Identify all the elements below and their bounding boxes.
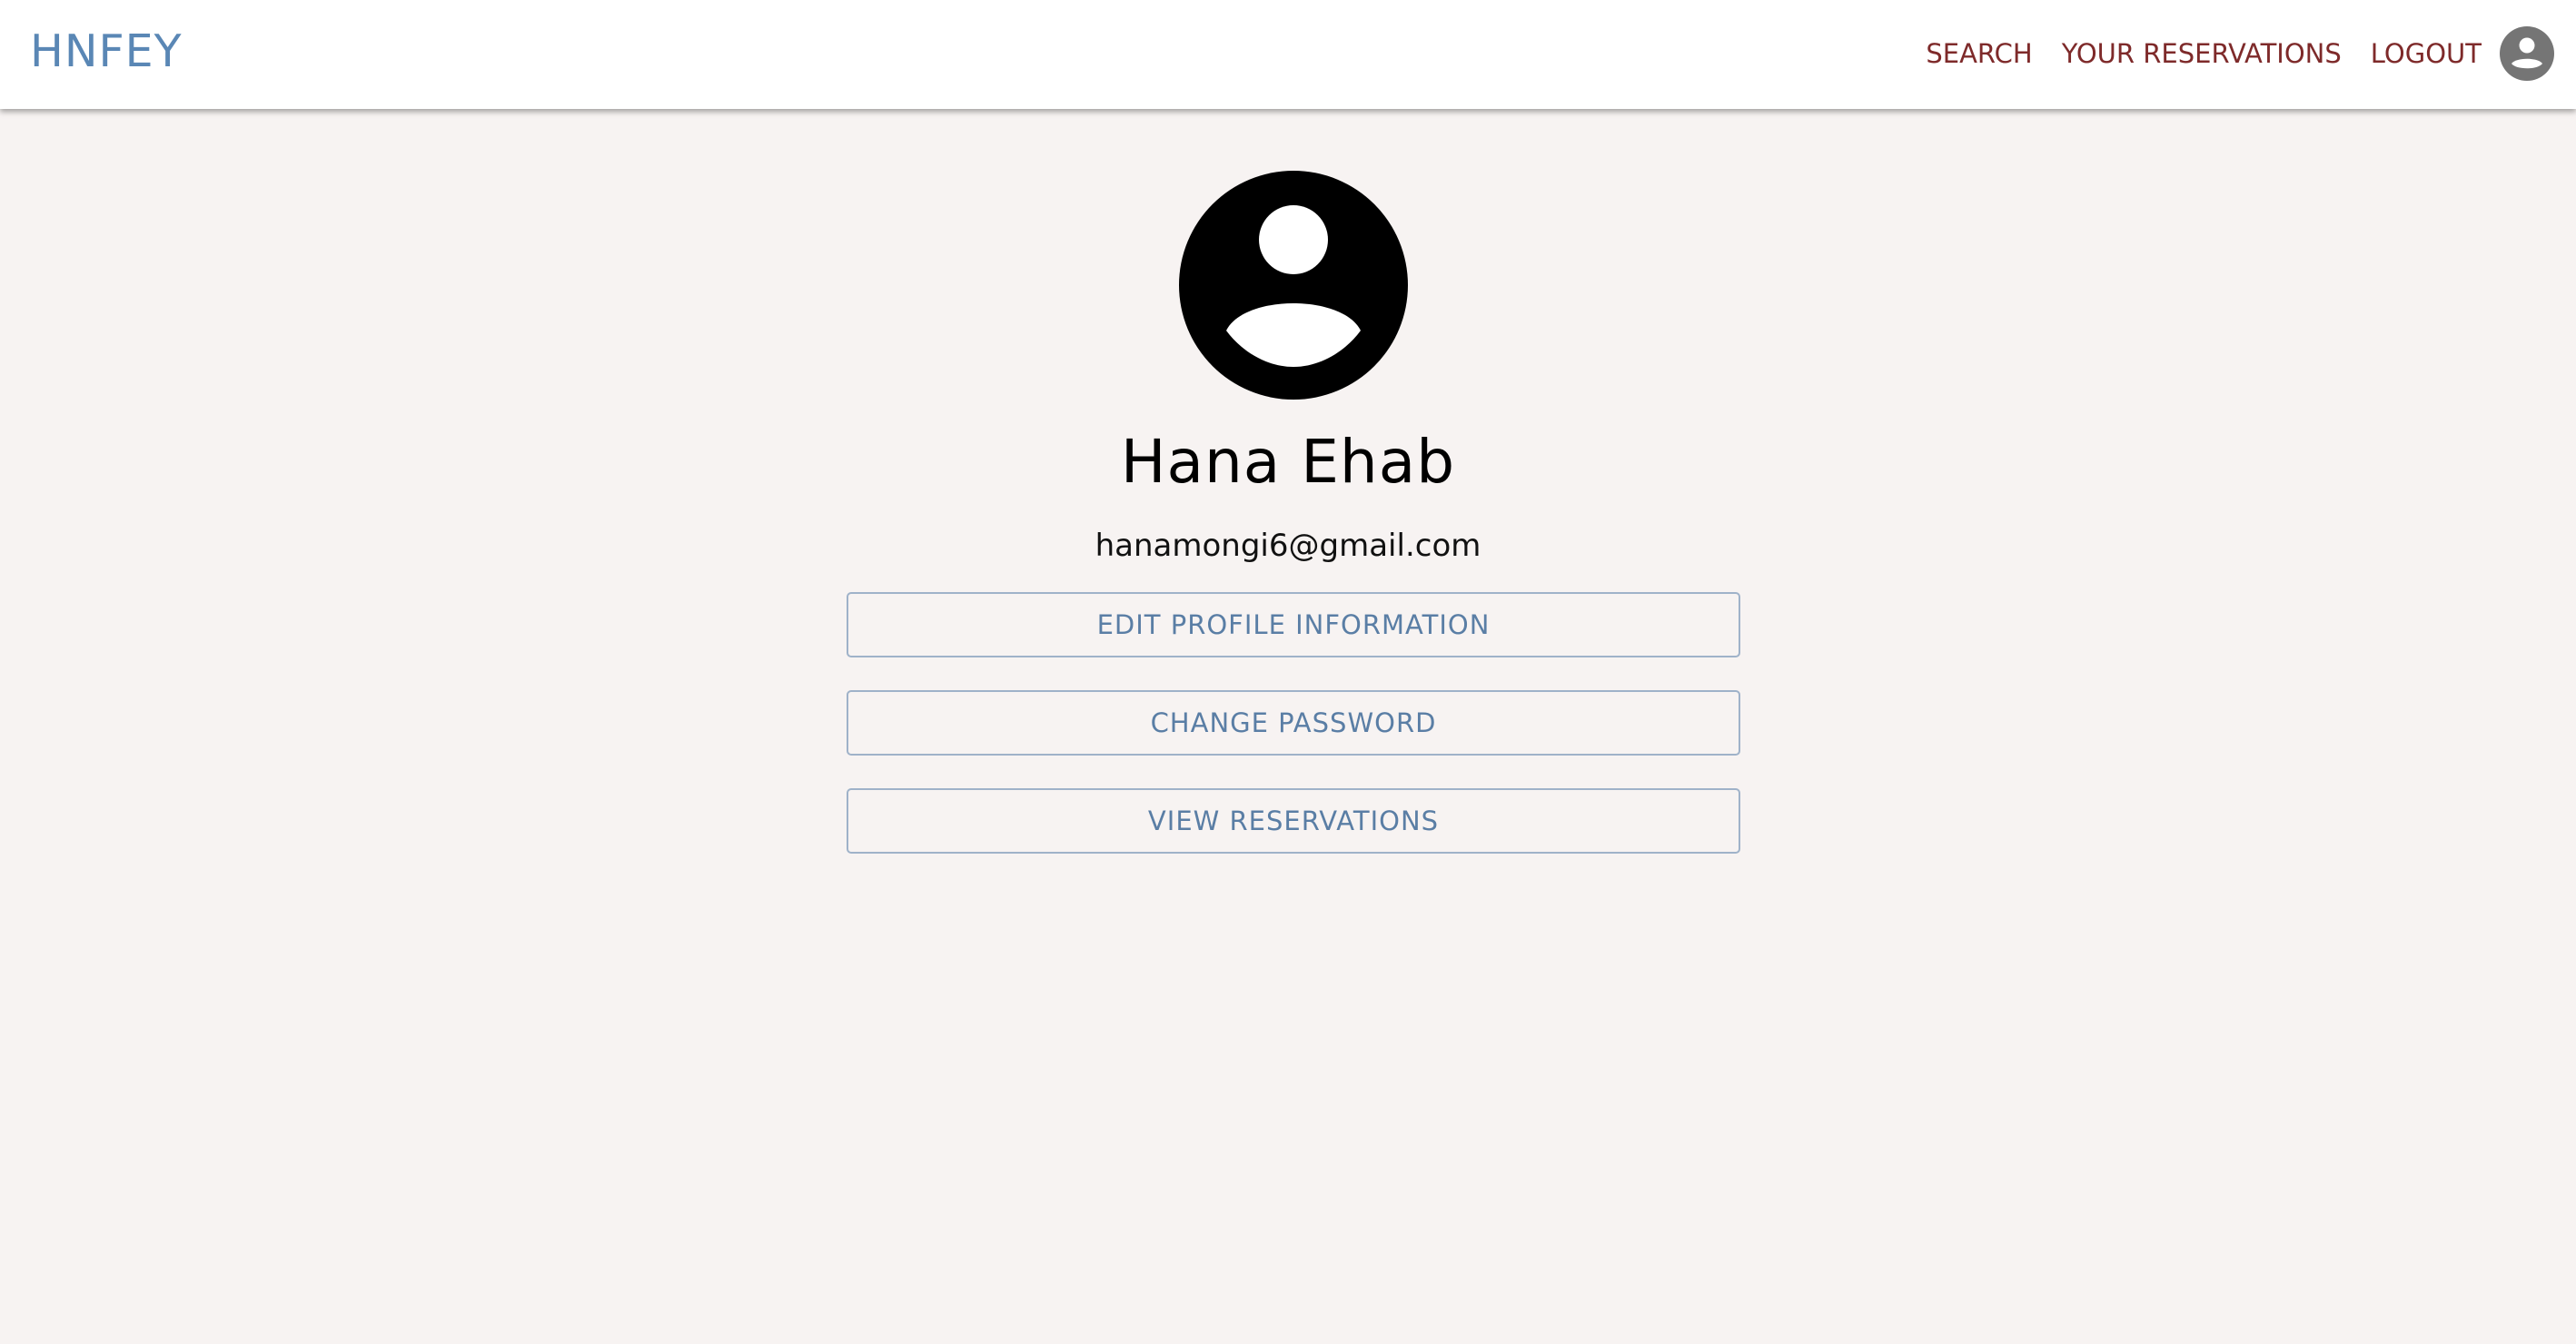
nav-logout-link[interactable]: LOGOUT	[2371, 38, 2482, 69]
edit-profile-button[interactable]: EDIT PROFILE INFORMATION	[847, 592, 1740, 657]
nav-your-reservations-link[interactable]: YOUR RESERVATIONS	[2062, 38, 2342, 69]
account-circle-icon[interactable]	[2500, 26, 2554, 81]
profile-email: hanamongi6@gmail.com	[1095, 528, 1481, 564]
nav-links: SEARCH YOUR RESERVATIONS LOGOUT	[1926, 22, 2554, 85]
view-reservations-button[interactable]: VIEW RESERVATIONS	[847, 788, 1740, 854]
change-password-button[interactable]: CHANGE PASSWORD	[847, 690, 1740, 756]
account-circle-icon	[1179, 171, 1408, 400]
profile-name: Hana Ehab	[1120, 427, 1456, 497]
top-navbar: HNFEY SEARCH YOUR RESERVATIONS LOGOUT	[0, 0, 2576, 109]
brand-logo[interactable]: HNFEY	[30, 20, 183, 84]
nav-search-link[interactable]: SEARCH	[1926, 38, 2032, 69]
